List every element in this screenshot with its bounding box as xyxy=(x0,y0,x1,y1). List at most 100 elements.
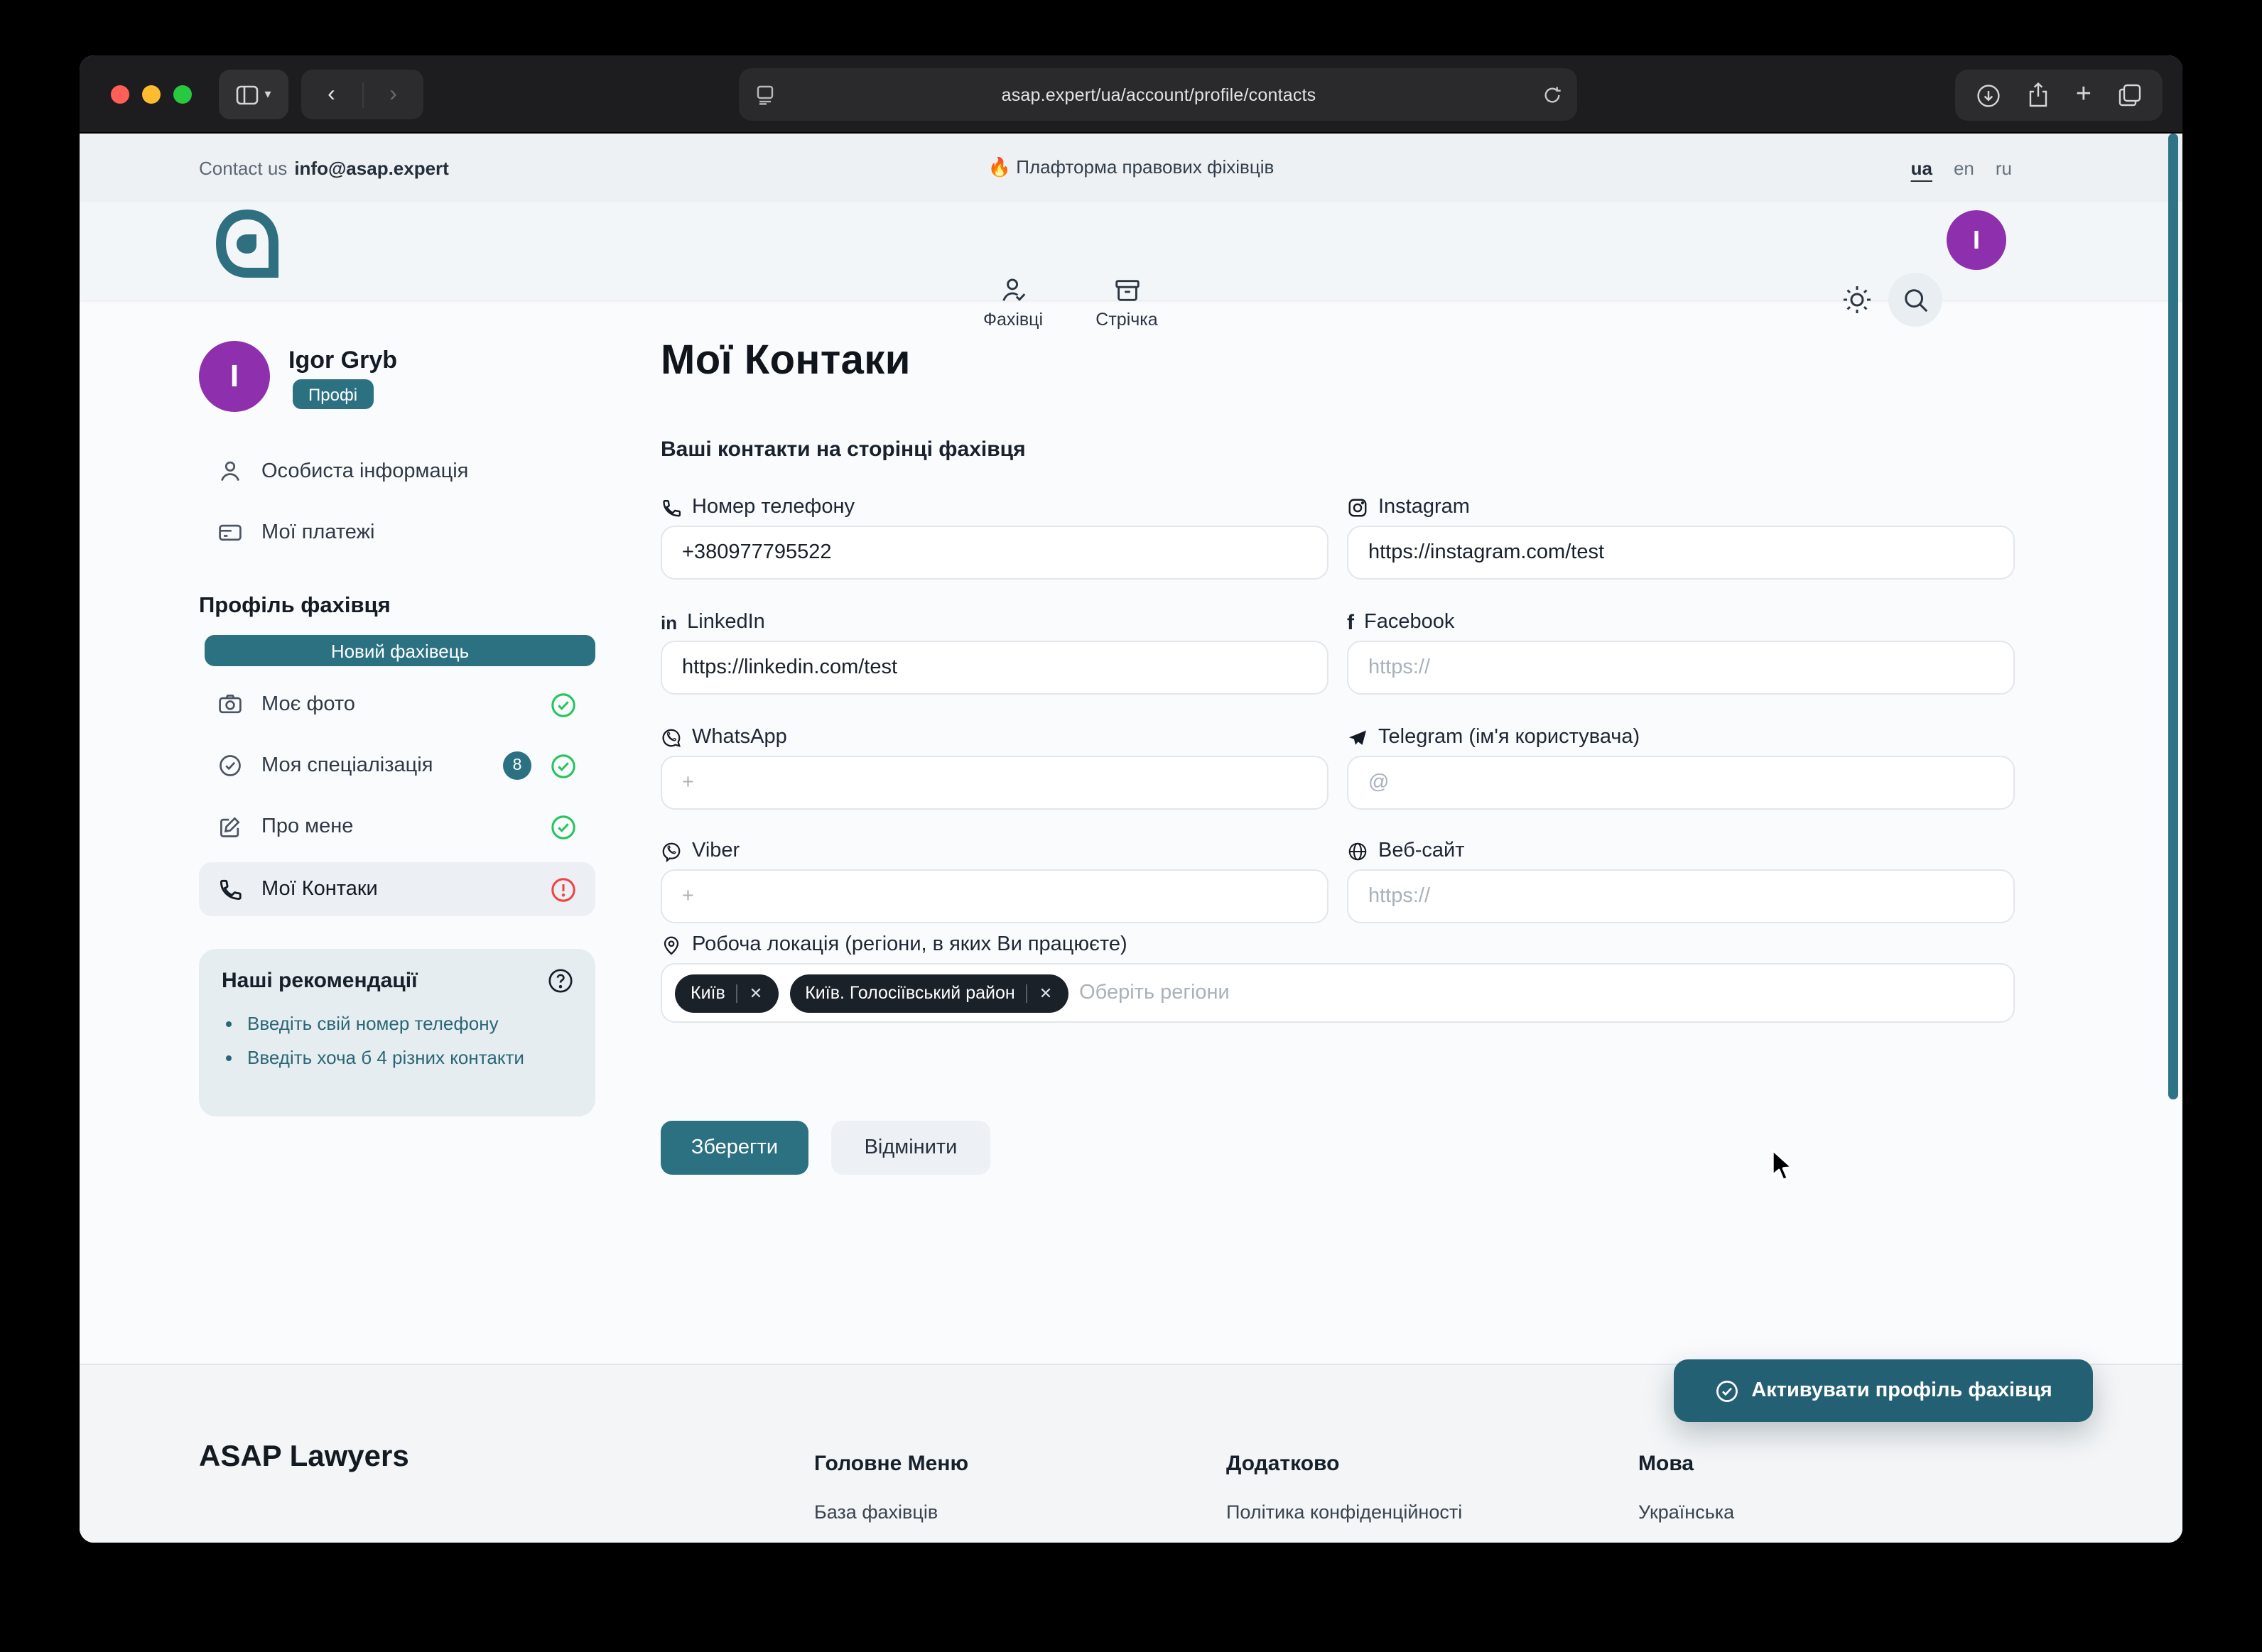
check-circle-icon xyxy=(1714,1379,1738,1403)
downloads-icon[interactable] xyxy=(1976,83,2001,107)
sidebar-item-about-me[interactable]: Про мене xyxy=(199,800,595,854)
sidebar-section-title: Профіль фахівця xyxy=(199,594,391,619)
lang-ru[interactable]: ru xyxy=(1996,157,2012,178)
recommendations-list: Введіть свій номер телефону Введіть хоча… xyxy=(247,1013,573,1068)
field-label: LinkedIn xyxy=(687,611,765,634)
mouse-cursor xyxy=(1766,1148,1797,1185)
whatsapp-icon xyxy=(661,727,682,748)
tab-overview-icon[interactable] xyxy=(2118,84,2141,107)
language-switcher: ua en ru xyxy=(1911,134,2012,202)
field-viber: Viber xyxy=(661,837,1328,923)
new-expert-button[interactable]: Новий фахівець xyxy=(205,635,595,666)
linkedin-input[interactable] xyxy=(661,641,1328,695)
edit-icon xyxy=(217,814,243,839)
footer-brand: ASAP Lawyers xyxy=(199,1440,409,1474)
field-phone: Номер телефону xyxy=(661,493,1328,580)
footer-column-title: Мова xyxy=(1638,1452,1694,1476)
nav-item-label: Фахівці xyxy=(983,310,1043,330)
footer-link-privacy[interactable]: Політика конфіденційності xyxy=(1226,1501,1462,1523)
remove-chip-icon[interactable]: ✕ xyxy=(1039,984,1052,1002)
divider xyxy=(1027,984,1028,1002)
sidebar-item-label: Моє фото xyxy=(261,693,531,716)
field-label: Веб-сайт xyxy=(1378,839,1465,862)
reload-icon[interactable] xyxy=(1543,85,1562,104)
close-window-button[interactable] xyxy=(111,85,129,104)
user-plan-badge: Профі xyxy=(293,379,373,409)
history-nav-group: ‹ › xyxy=(301,70,423,119)
page-viewport: Contact us info@asap.expert 🔥 Плафторма … xyxy=(80,134,2182,1543)
lang-en[interactable]: en xyxy=(1954,157,1974,178)
instagram-input[interactable] xyxy=(1347,526,2015,580)
zoom-window-button[interactable] xyxy=(173,85,192,104)
sidebar-item-personal-info[interactable]: Особиста інформація xyxy=(199,445,595,499)
sidebar-icon xyxy=(236,85,259,104)
activate-profile-button[interactable]: Активувати профіль фахівця xyxy=(1674,1359,2093,1422)
facebook-input[interactable] xyxy=(1347,641,2015,695)
field-label: Instagram xyxy=(1378,496,1470,518)
page-title: Мої Контаки xyxy=(661,338,911,385)
minimize-window-button[interactable] xyxy=(142,85,161,104)
remove-chip-icon[interactable]: ✕ xyxy=(750,984,762,1002)
linkedin-icon: in xyxy=(661,612,677,633)
divider xyxy=(737,984,738,1002)
main-nav: Фахівці Стрічка I xyxy=(80,202,2182,300)
sidebar-toggle-button[interactable]: ▾ xyxy=(219,70,288,119)
lang-ua[interactable]: ua xyxy=(1911,157,1932,178)
field-telegram: Telegram (ім'я користувача) xyxy=(1347,723,2015,810)
specialization-count-badge: 8 xyxy=(503,751,531,780)
telegram-input[interactable] xyxy=(1347,756,2015,810)
theme-toggle-button[interactable] xyxy=(1841,284,1873,315)
viber-input[interactable] xyxy=(661,869,1328,923)
nav-item-experts[interactable]: Фахівці xyxy=(962,276,1064,330)
save-button[interactable]: Зберегти xyxy=(661,1121,808,1175)
back-button[interactable]: ‹ xyxy=(301,82,362,107)
search-icon xyxy=(1902,286,1929,313)
phone-input[interactable] xyxy=(661,526,1328,580)
whatsapp-input[interactable] xyxy=(661,756,1328,810)
sidebar-item-specialization[interactable]: Моя спеціалізація 8 xyxy=(199,739,595,793)
scrollbar-thumb[interactable] xyxy=(2168,134,2178,1099)
region-chip: Київ. Голосіївський район ✕ xyxy=(789,974,1068,1012)
sidebar-item-payments[interactable]: Мої платежі xyxy=(199,506,595,560)
person-icon xyxy=(217,459,243,484)
share-icon[interactable] xyxy=(2028,82,2049,108)
check-circle-icon xyxy=(217,753,243,778)
sidebar-item-label: Особиста інформація xyxy=(261,460,577,483)
recommendations-title: Наші рекомендації xyxy=(222,969,573,993)
status-done-icon xyxy=(550,813,577,840)
browser-window: ▾ ‹ › asap.expert/ua/account/profile/con… xyxy=(80,55,2182,1543)
facebook-icon: f xyxy=(1347,610,1354,634)
user-avatar[interactable]: I xyxy=(1947,210,2006,270)
form-subtitle: Ваші контакти на сторінці фахівця xyxy=(661,438,1026,462)
telegram-icon xyxy=(1347,727,1368,748)
page-icon xyxy=(756,85,774,104)
website-input[interactable] xyxy=(1347,869,2015,923)
sidebar-item-label: Моя спеціалізація xyxy=(261,754,485,777)
region-placeholder: Оберіть регіони xyxy=(1079,982,1230,1004)
field-location: Робоча локація (регіони, в яких Ви працю… xyxy=(661,930,2015,959)
forward-button[interactable]: › xyxy=(363,82,423,107)
browser-chrome: ▾ ‹ › asap.expert/ua/account/profile/con… xyxy=(80,55,2182,134)
nav-item-feed[interactable]: Стрічка xyxy=(1076,276,1178,330)
archive-box-icon xyxy=(1112,276,1142,305)
brand-logo[interactable] xyxy=(213,207,281,287)
field-label: Telegram (ім'я користувача) xyxy=(1378,726,1640,749)
recommendations-card: Наші рекомендації Введіть свій номер тел… xyxy=(199,949,595,1116)
sidebar-item-label: Мої Контаки xyxy=(261,878,531,901)
footer-link-language[interactable]: Українська xyxy=(1638,1501,1734,1523)
new-tab-icon[interactable]: + xyxy=(2076,80,2091,111)
field-instagram: Instagram xyxy=(1347,493,2015,580)
nav-item-label: Стрічка xyxy=(1095,310,1157,330)
footer-link-experts-db[interactable]: База фахівців xyxy=(814,1501,938,1523)
url-text: asap.expert/ua/account/profile/contacts xyxy=(774,85,1543,104)
cancel-button[interactable]: Відмінити xyxy=(831,1121,990,1175)
sidebar-item-my-contacts[interactable]: Мої Контаки xyxy=(199,862,595,916)
region-multiselect[interactable]: Київ ✕ Київ. Голосіївський район ✕ Обері… xyxy=(661,963,2015,1023)
search-button[interactable] xyxy=(1888,273,1942,327)
person-check-icon xyxy=(998,276,1028,305)
help-icon[interactable] xyxy=(547,967,574,994)
profile-avatar: I xyxy=(199,341,270,412)
recommendation-item: Введіть хоча б 4 різних контакти xyxy=(247,1047,573,1068)
sidebar-item-my-photo[interactable]: Моє фото xyxy=(199,678,595,732)
address-bar[interactable]: asap.expert/ua/account/profile/contacts xyxy=(739,68,1577,121)
